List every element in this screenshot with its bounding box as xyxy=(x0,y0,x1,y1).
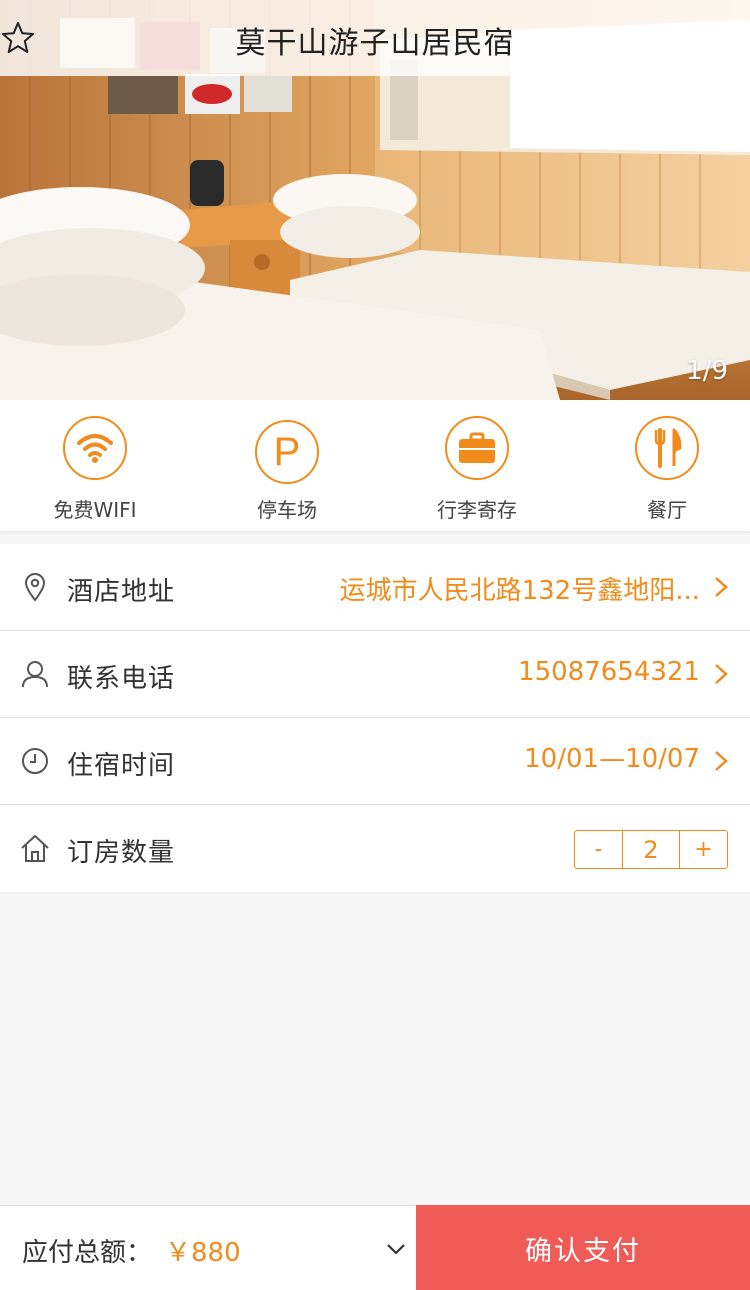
hotel-photo-gallery[interactable]: 莫干山游子山居民宿 1/9 xyxy=(0,0,750,400)
amenity-parking[interactable]: P 停车场 xyxy=(217,416,357,523)
amenity-restaurant[interactable]: 餐厅 xyxy=(597,416,737,523)
location-pin-icon xyxy=(24,573,46,602)
top-navigation-bar: 莫干山游子山居民宿 xyxy=(0,0,750,76)
stay-dates-row[interactable]: 住宿时间 10/01—10/07 xyxy=(0,718,750,805)
person-icon xyxy=(22,661,48,688)
chevron-down-icon[interactable] xyxy=(386,1242,406,1256)
phone-value: 15087654321 xyxy=(518,657,700,687)
total-label: 应付总额： xyxy=(22,1238,153,1268)
address-row[interactable]: 酒店地址 运城市人民北路132号鑫地阳... xyxy=(0,544,750,631)
amenity-label: 停车场 xyxy=(257,498,317,522)
decrement-button[interactable]: - xyxy=(575,831,622,868)
quantity-stepper: - 2 + xyxy=(574,830,728,869)
clock-icon xyxy=(22,748,48,774)
amenity-label: 行李寄存 xyxy=(437,498,517,522)
address-value: 运城市人民北路132号鑫地阳... xyxy=(339,576,700,606)
confirm-payment-button[interactable]: 确认支付 xyxy=(416,1205,750,1290)
phone-row[interactable]: 联系电话 15087654321 xyxy=(0,631,750,718)
house-icon xyxy=(21,835,49,862)
address-label: 酒店地址 xyxy=(67,577,176,607)
room-quantity-label: 订房数量 xyxy=(67,838,176,868)
luggage-icon xyxy=(445,416,509,480)
amenity-luggage[interactable]: 行李寄存 xyxy=(407,416,547,523)
amenity-wifi[interactable]: 免费WIFI xyxy=(25,416,165,523)
increment-button[interactable]: + xyxy=(680,831,727,868)
phone-label: 联系电话 xyxy=(67,664,176,694)
total-amount: ￥880 xyxy=(165,1238,241,1268)
quantity-value[interactable]: 2 xyxy=(622,831,680,868)
stay-dates-value: 10/01—10/07 xyxy=(524,744,700,774)
chevron-right-icon xyxy=(715,751,728,771)
stay-dates-label: 住宿时间 xyxy=(67,751,176,781)
chevron-right-icon xyxy=(715,664,728,684)
gallery-counter: 1/9 xyxy=(686,356,728,386)
booking-info-list: 酒店地址 运城市人民北路132号鑫地阳... 联系电话 15087654321 … xyxy=(0,544,750,892)
checkout-bar: 应付总额： ￥880 确认支付 xyxy=(0,1205,750,1290)
parking-icon: P xyxy=(255,420,319,484)
amenity-label: 餐厅 xyxy=(647,498,687,522)
wifi-icon xyxy=(63,416,127,480)
room-quantity-row: 订房数量 - 2 + xyxy=(0,805,750,892)
page-title: 莫干山游子山居民宿 xyxy=(235,26,515,61)
restaurant-icon xyxy=(635,416,699,480)
amenity-label: 免费WIFI xyxy=(53,498,137,522)
amenities-bar: 免费WIFI P 停车场 行李寄存 餐厅 xyxy=(0,400,750,531)
chevron-right-icon xyxy=(715,577,728,597)
star-outline-icon[interactable] xyxy=(0,20,36,56)
